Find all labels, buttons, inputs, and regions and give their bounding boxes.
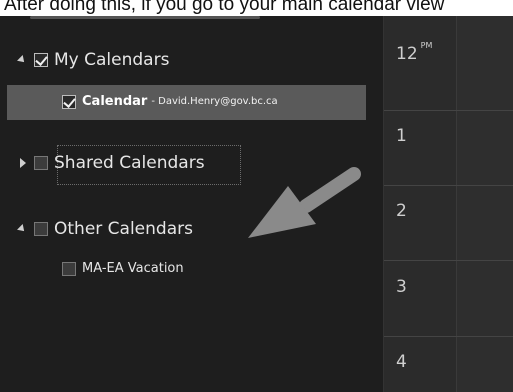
hour-line: [384, 336, 513, 337]
hour-label-12: 12 PM: [396, 41, 433, 64]
hour-line: [384, 110, 513, 111]
hour-number: 1: [396, 126, 407, 146]
hour-number: 4: [396, 352, 407, 372]
hour-suffix: PM: [420, 41, 433, 50]
hour-line: [384, 260, 513, 261]
hour-label-3: 3: [396, 277, 407, 297]
hour-label-1: 1: [396, 126, 407, 146]
hour-label-2: 2: [396, 201, 407, 221]
hour-line: [384, 185, 513, 186]
hour-number: 2: [396, 201, 407, 221]
hour-number: 12: [396, 44, 418, 64]
hour-label-4: 4: [396, 352, 407, 372]
hour-number: 3: [396, 277, 407, 297]
